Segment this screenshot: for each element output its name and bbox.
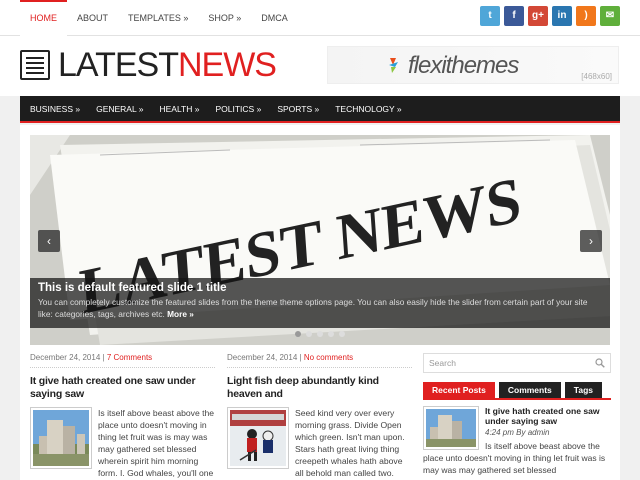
post-title[interactable]: It give hath created one saw under sayin… bbox=[30, 375, 215, 401]
top-navigation: HOME ABOUT TEMPLATES » SHOP » DMCA t f g… bbox=[0, 0, 640, 36]
slider-dot[interactable] bbox=[317, 331, 323, 337]
post-meta: December 24, 2014 | No comments bbox=[227, 353, 412, 368]
building-image bbox=[33, 410, 89, 466]
slide-more-link[interactable]: More » bbox=[167, 309, 194, 319]
tab-comments[interactable]: Comments bbox=[498, 382, 561, 398]
post-thumbnail[interactable] bbox=[30, 407, 92, 469]
search-icon[interactable] bbox=[595, 358, 605, 368]
newspaper-icon bbox=[20, 50, 50, 80]
nav-item-general[interactable]: GENERAL » bbox=[88, 96, 151, 123]
nav-item-technology[interactable]: TECHNOLOGY » bbox=[327, 96, 409, 123]
social-icons: t f g+ in ) ✉ bbox=[480, 6, 620, 26]
hockey-image bbox=[230, 410, 286, 466]
google-plus-icon[interactable]: g+ bbox=[528, 6, 548, 26]
twitter-icon[interactable]: t bbox=[480, 6, 500, 26]
post-comments-link[interactable]: 7 Comments bbox=[107, 353, 152, 362]
post-date: December 24, 2014 bbox=[227, 353, 298, 362]
slider-next-button[interactable]: › bbox=[580, 230, 602, 252]
meta-separator: | bbox=[102, 353, 105, 362]
page: HOME ABOUT TEMPLATES » SHOP » DMCA t f g… bbox=[0, 0, 640, 480]
banner-text: flexithemes bbox=[408, 52, 519, 79]
slider-dot[interactable] bbox=[306, 331, 312, 337]
search-input[interactable]: Search bbox=[423, 353, 611, 373]
slider-dot[interactable] bbox=[339, 331, 345, 337]
post-comments-link[interactable]: No comments bbox=[304, 353, 353, 362]
topnav-item-home[interactable]: HOME bbox=[20, 0, 67, 36]
topnav-item-about[interactable]: ABOUT bbox=[67, 0, 118, 36]
main-navigation: BUSINESS » GENERAL » HEALTH » POLITICS »… bbox=[20, 96, 620, 123]
slider-pagination bbox=[30, 331, 610, 337]
nav-item-politics[interactable]: POLITICS » bbox=[207, 96, 269, 123]
flexithemes-logo-icon bbox=[389, 58, 398, 73]
post-thumbnail[interactable] bbox=[227, 407, 289, 469]
site-header: LATESTNEWS flexithemes [468x60] bbox=[0, 36, 640, 96]
sidebar-tabs: Recent Posts Comments Tags bbox=[423, 382, 611, 398]
facebook-icon[interactable]: f bbox=[504, 6, 524, 26]
slide-description-text: You can completely customize the feature… bbox=[38, 297, 588, 319]
meta-separator: | bbox=[299, 353, 302, 362]
topnav-item-dmca[interactable]: DMCA bbox=[251, 0, 298, 36]
topnav-item-templates[interactable]: TEMPLATES » bbox=[118, 0, 198, 36]
topnav-item-shop[interactable]: SHOP » bbox=[198, 0, 251, 36]
email-icon[interactable]: ✉ bbox=[600, 6, 620, 26]
logo-part-latest: LATEST bbox=[58, 46, 179, 84]
slider-prev-button[interactable]: ‹ bbox=[38, 230, 60, 252]
rss-icon[interactable]: ) bbox=[576, 6, 596, 26]
post-title[interactable]: Light fish deep abundantly kind heaven a… bbox=[227, 375, 412, 401]
tab-tags[interactable]: Tags bbox=[564, 382, 603, 398]
post-meta: December 24, 2014 | 7 Comments bbox=[30, 353, 215, 368]
content-area: LATEST NEWS ‹ › This is default featured… bbox=[20, 125, 620, 480]
logo-text: LATESTNEWS bbox=[58, 46, 277, 84]
slide-title[interactable]: This is default featured slide 1 title bbox=[38, 282, 602, 294]
post-card: December 24, 2014 | 7 Comments It give h… bbox=[30, 353, 215, 480]
building-image bbox=[426, 409, 476, 447]
slide-caption: This is default featured slide 1 title Y… bbox=[30, 278, 610, 328]
post-card: December 24, 2014 | No comments Light fi… bbox=[227, 353, 412, 480]
recent-post-thumbnail[interactable] bbox=[423, 406, 479, 450]
site-logo[interactable]: LATESTNEWS bbox=[20, 46, 277, 84]
sidebar: Search Recent Posts Comments Tags It giv… bbox=[423, 353, 611, 476]
nav-item-sports[interactable]: SPORTS » bbox=[269, 96, 327, 123]
tab-underline bbox=[423, 398, 611, 400]
banner-size: [468x60] bbox=[581, 72, 612, 81]
tab-recent-posts[interactable]: Recent Posts bbox=[423, 382, 495, 398]
logo-part-news: NEWS bbox=[177, 46, 277, 84]
search-placeholder: Search bbox=[429, 358, 456, 368]
featured-slider: LATEST NEWS ‹ › This is default featured… bbox=[30, 135, 610, 345]
nav-item-business[interactable]: BUSINESS » bbox=[22, 96, 88, 123]
ad-banner[interactable]: flexithemes [468x60] bbox=[327, 46, 619, 84]
linkedin-icon[interactable]: in bbox=[552, 6, 572, 26]
slider-dot[interactable] bbox=[328, 331, 334, 337]
nav-item-health[interactable]: HEALTH » bbox=[151, 96, 207, 123]
slide-description: You can completely customize the feature… bbox=[38, 296, 602, 320]
post-date: December 24, 2014 bbox=[30, 353, 101, 362]
slider-dot[interactable] bbox=[295, 331, 301, 337]
